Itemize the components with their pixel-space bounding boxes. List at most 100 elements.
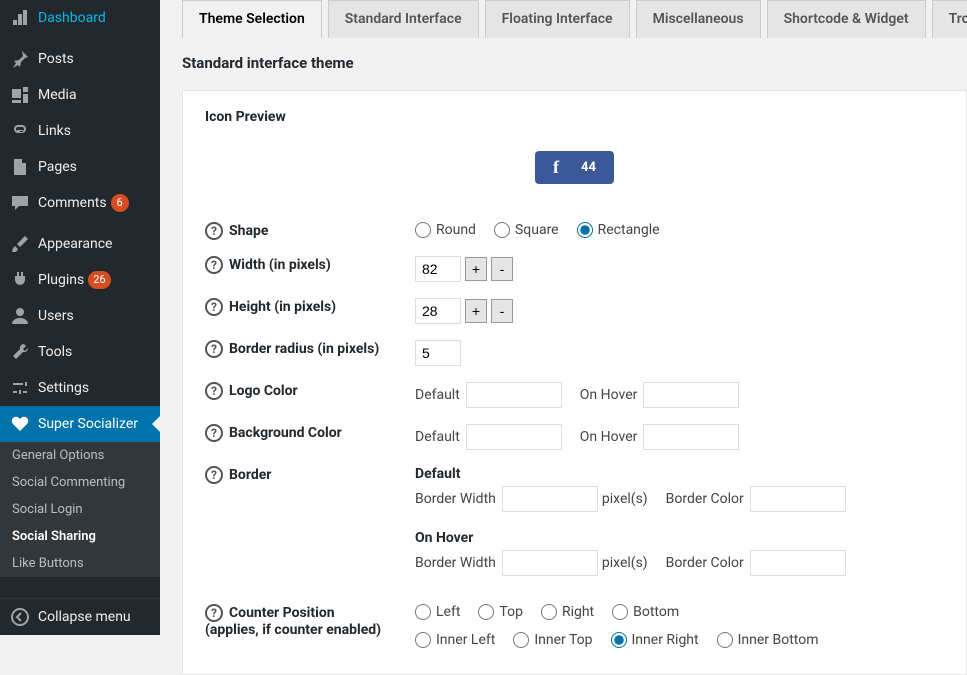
sidebar-item-links[interactable]: Links — [0, 113, 160, 149]
width-plus-button[interactable]: + — [465, 257, 487, 281]
sidebar-item-appearance[interactable]: Appearance — [0, 226, 160, 262]
width-minus-button[interactable]: - — [491, 257, 513, 281]
shape-label: Shape — [229, 223, 268, 239]
sidebar-item-users[interactable]: Users — [0, 298, 160, 334]
sidebar-item-media[interactable]: Media — [0, 77, 160, 113]
tab-shortcode-widget[interactable]: Shortcode & Widget — [767, 0, 926, 38]
sidebar-item-dashboard[interactable]: Dashboard — [0, 0, 160, 36]
collapse-menu[interactable]: Collapse menu — [0, 598, 160, 635]
logo-color-default-input[interactable] — [466, 382, 562, 408]
icon-preview-title: Icon Preview — [205, 109, 944, 125]
logo-color-hover-input[interactable] — [643, 382, 739, 408]
height-input[interactable] — [415, 298, 461, 324]
help-icon[interactable]: ? — [205, 466, 223, 484]
facebook-icon: f — [553, 157, 559, 178]
height-minus-button[interactable]: - — [491, 299, 513, 323]
sidebar-label: Tools — [38, 344, 72, 360]
counter-label: Counter Position — [229, 605, 335, 621]
tab-theme-selection[interactable]: Theme Selection — [182, 0, 322, 38]
subitem-like-buttons[interactable]: Like Buttons — [0, 550, 160, 577]
sidebar-item-plugins[interactable]: Plugins 26 — [0, 262, 160, 298]
subitem-social-login[interactable]: Social Login — [0, 496, 160, 523]
counter-inner-bottom[interactable]: Inner Bottom — [717, 632, 819, 648]
sidebar-label: Media — [38, 87, 77, 103]
width-input[interactable] — [415, 256, 461, 282]
tab-floating-interface[interactable]: Floating Interface — [485, 0, 630, 38]
sidebar-item-comments[interactable]: Comments 6 — [0, 185, 160, 221]
counter-inner-right[interactable]: Inner Right — [611, 632, 699, 648]
plug-icon — [10, 270, 30, 290]
border-color-hover-input[interactable] — [750, 550, 846, 576]
border-color-label: Border Color — [666, 491, 744, 507]
tab-troubleshoot[interactable]: Trou — [932, 0, 967, 38]
border-hover-heading: On Hover — [415, 530, 944, 546]
border-width-label: Border Width — [415, 491, 496, 507]
row-width: ?Width (in pixels) + - — [205, 248, 944, 290]
sidebar-item-super-socializer[interactable]: Super Socializer — [0, 406, 160, 442]
shape-rectangle[interactable]: Rectangle — [577, 222, 660, 238]
height-plus-button[interactable]: + — [465, 299, 487, 323]
radius-label: Border radius (in pixels) — [229, 341, 379, 357]
counter-top[interactable]: Top — [478, 604, 523, 620]
media-icon — [10, 85, 30, 105]
help-icon[interactable]: ? — [205, 222, 223, 240]
subitem-social-sharing[interactable]: Social Sharing — [0, 523, 160, 550]
border-default-heading: Default — [415, 466, 944, 482]
border-width-default-input[interactable] — [502, 486, 598, 512]
sidebar-label: Appearance — [38, 236, 112, 252]
wrench-icon — [10, 342, 30, 362]
pixels-label: pixel(s) — [602, 555, 648, 571]
help-icon[interactable]: ? — [205, 604, 223, 622]
logo-color-label: Logo Color — [229, 383, 298, 399]
dashboard-icon — [10, 8, 30, 28]
sidebar-label: Dashboard — [38, 10, 106, 26]
subitem-social-commenting[interactable]: Social Commenting — [0, 469, 160, 496]
hover-label: On Hover — [580, 387, 638, 403]
sidebar-item-posts[interactable]: Posts — [0, 41, 160, 77]
section-title: Standard interface theme — [160, 38, 967, 90]
sliders-icon — [10, 378, 30, 398]
sidebar-item-settings[interactable]: Settings — [0, 370, 160, 406]
tab-standard-interface[interactable]: Standard Interface — [328, 0, 479, 38]
counter-inner-top[interactable]: Inner Top — [513, 632, 592, 648]
bg-color-default-input[interactable] — [466, 424, 562, 450]
pin-icon — [10, 49, 30, 69]
main-content: Theme Selection Standard Interface Float… — [160, 0, 967, 635]
row-border: ?Border Default Border Width pixel(s) Bo… — [205, 458, 944, 596]
border-width-hover-input[interactable] — [502, 550, 598, 576]
counter-right[interactable]: Right — [541, 604, 594, 620]
help-icon[interactable]: ? — [205, 424, 223, 442]
row-shape: ? Shape Round Square Rectangle — [205, 214, 944, 248]
counter-left[interactable]: Left — [415, 604, 460, 620]
plugins-badge: 26 — [88, 271, 110, 289]
border-color-default-input[interactable] — [750, 486, 846, 512]
sidebar-item-pages[interactable]: Pages — [0, 149, 160, 185]
subitem-general-options[interactable]: General Options — [0, 442, 160, 469]
radius-input[interactable] — [415, 340, 461, 366]
sidebar-label: Links — [38, 123, 71, 139]
bg-color-label: Background Color — [229, 425, 342, 441]
shape-square[interactable]: Square — [494, 222, 559, 238]
row-background-color: ?Background Color Default On Hover — [205, 416, 944, 458]
counter-inner-left[interactable]: Inner Left — [415, 632, 495, 648]
sidebar-label: Settings — [38, 380, 89, 396]
help-icon[interactable]: ? — [205, 256, 223, 274]
shape-round[interactable]: Round — [415, 222, 476, 238]
admin-sidebar: Dashboard Posts Media Links Pages Commen… — [0, 0, 160, 635]
facebook-preview-button: f 44 — [535, 151, 614, 184]
sidebar-label: Super Socializer — [38, 416, 138, 432]
comments-badge: 6 — [111, 194, 129, 212]
help-icon[interactable]: ? — [205, 382, 223, 400]
icon-preview: f 44 — [205, 143, 944, 214]
pages-icon — [10, 157, 30, 177]
counter-bottom[interactable]: Bottom — [612, 604, 679, 620]
border-color-label: Border Color — [666, 555, 744, 571]
help-icon[interactable]: ? — [205, 298, 223, 316]
tab-miscellaneous[interactable]: Miscellaneous — [636, 0, 761, 38]
help-icon[interactable]: ? — [205, 340, 223, 358]
bg-color-hover-input[interactable] — [643, 424, 739, 450]
sidebar-item-tools[interactable]: Tools — [0, 334, 160, 370]
pixels-label: pixel(s) — [602, 491, 648, 507]
row-height: ?Height (in pixels) + - — [205, 290, 944, 332]
sidebar-label: Pages — [38, 159, 77, 175]
